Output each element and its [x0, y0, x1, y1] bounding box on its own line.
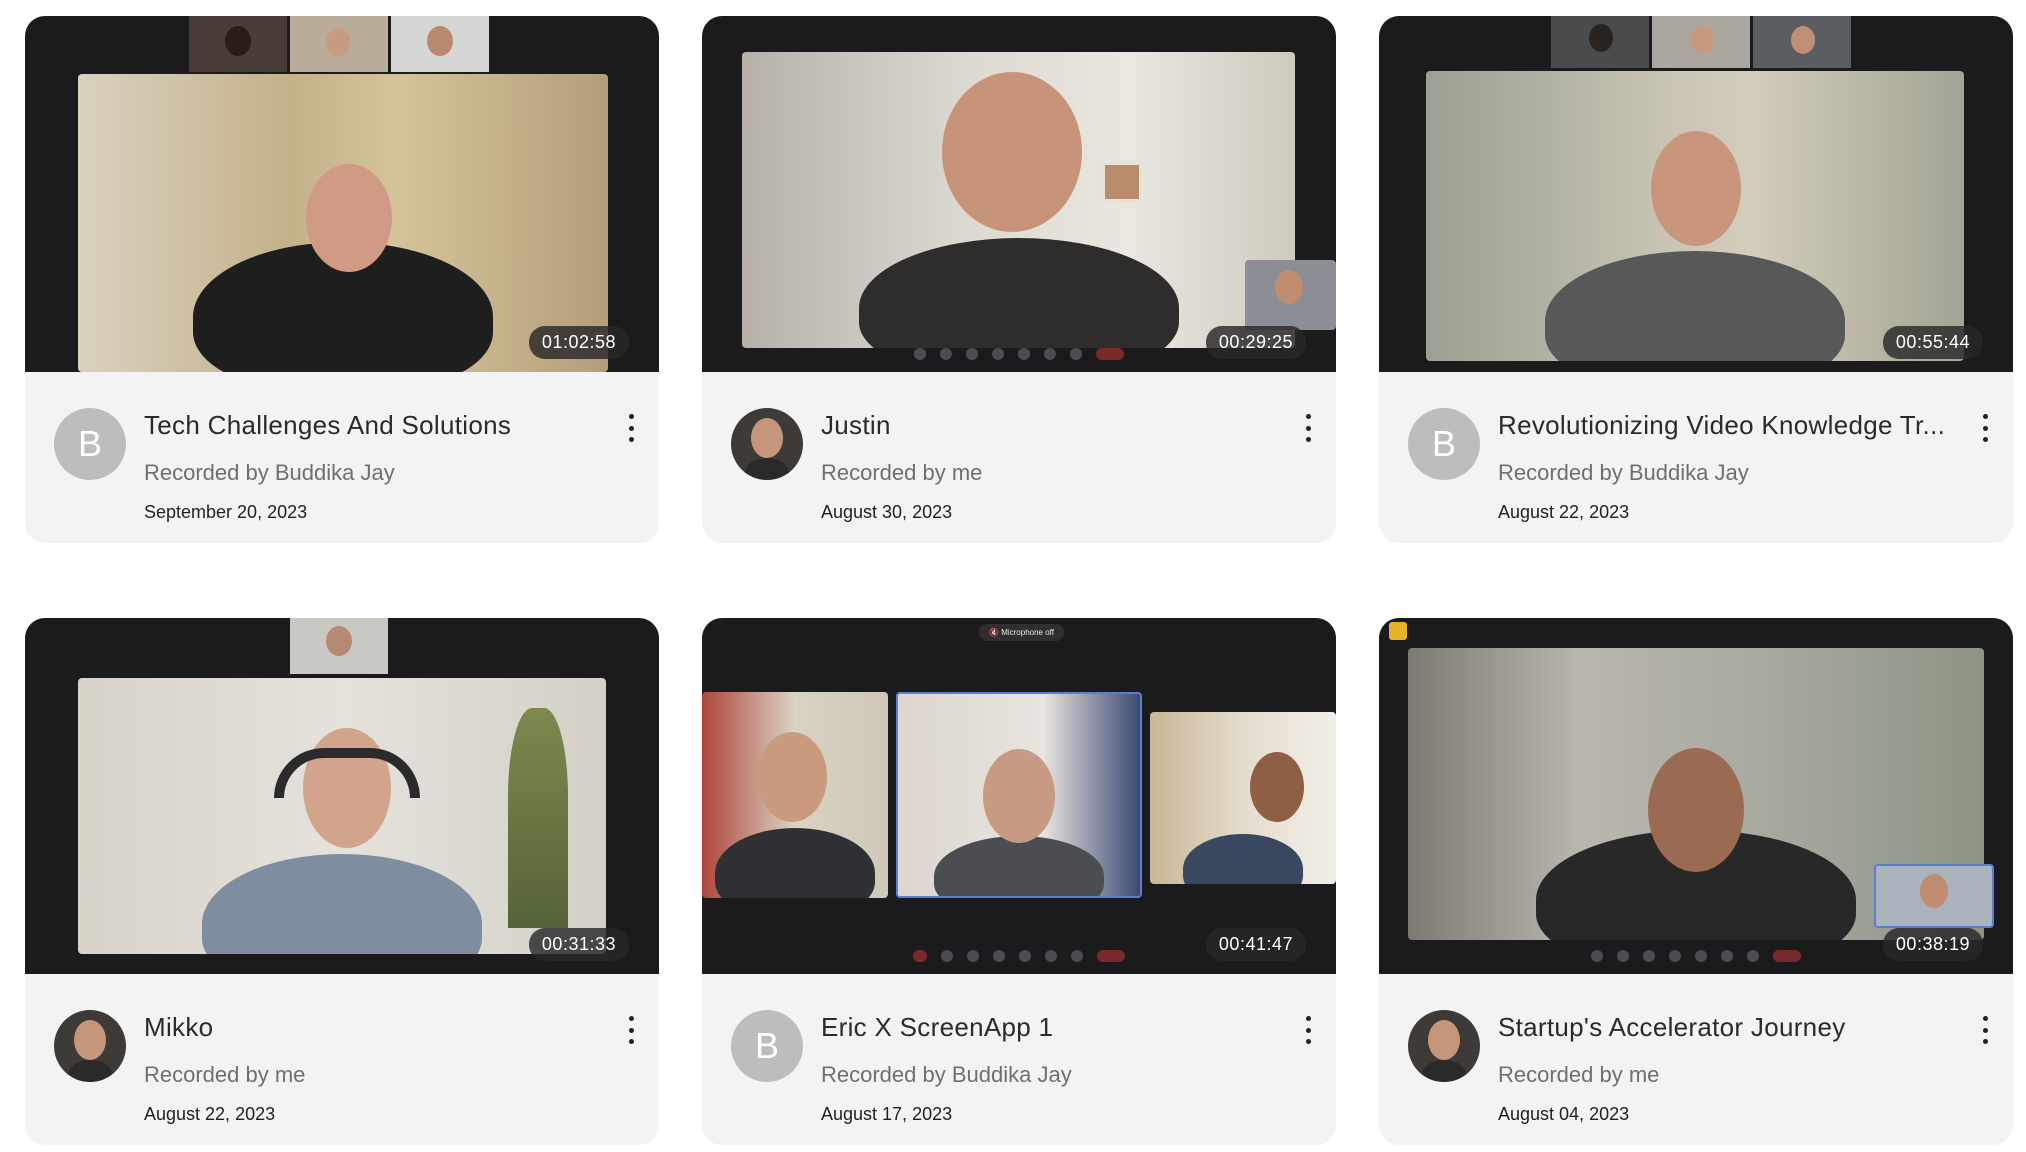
recorded-by: Recorded by me [821, 460, 983, 485]
participant-video [702, 692, 888, 898]
participant-tile [1652, 16, 1750, 68]
video-thumbnail[interactable]: 00:29:25 [702, 16, 1336, 372]
self-view-video [1245, 260, 1336, 330]
recording-title[interactable]: Revolutionizing Video Knowledge Tr... [1498, 410, 1968, 441]
recording-card[interactable]: 00:55:44 B Revolutionizing Video Knowled… [1379, 16, 2013, 543]
call-controls [914, 348, 1124, 360]
participant-tile [290, 618, 388, 674]
more-options-icon[interactable] [1979, 1016, 1991, 1044]
avatar: B [731, 1010, 803, 1082]
participant-tile [290, 16, 388, 72]
recorded-by: Recorded by Buddika Jay [821, 1062, 1072, 1087]
recording-meta: B Tech Challenges And Solutions Recorded… [25, 372, 659, 543]
recording-meta: B Revolutionizing Video Knowledge Tr... … [1379, 372, 2013, 543]
speaker-video [742, 52, 1295, 348]
duration-badge: 00:38:19 [1882, 928, 1983, 961]
video-thumbnail[interactable]: 🔇 Microphone off 00:41:47 [702, 618, 1336, 974]
recording-date: August 22, 2023 [1498, 502, 1630, 522]
recording-date: August 30, 2023 [821, 502, 953, 522]
speaker-video [78, 74, 608, 372]
duration-badge: 00:41:47 [1205, 928, 1306, 961]
recordings-grid: 01:02:58 B Tech Challenges And Solutions… [25, 16, 2013, 1145]
avatar [54, 1010, 126, 1082]
avatar: B [54, 408, 126, 480]
recording-title[interactable]: Mikko [144, 1012, 614, 1043]
recording-card[interactable]: 00:29:25 Justin Recorded by me August 30… [702, 16, 1336, 543]
recording-meta: Justin Recorded by me August 30, 2023 [702, 372, 1336, 543]
pin-icon [1389, 622, 1407, 640]
microphone-off-label: Microphone off [1001, 628, 1054, 637]
recorded-by: Recorded by me [144, 1062, 306, 1087]
video-thumbnail[interactable]: 00:55:44 [1379, 16, 2013, 372]
participant-tile [1753, 16, 1851, 68]
recording-date: September 20, 2023 [144, 502, 308, 522]
participant-tile [1551, 16, 1649, 68]
participant-tile [391, 16, 489, 72]
more-options-icon[interactable] [625, 1016, 637, 1044]
recording-date: August 04, 2023 [1498, 1104, 1630, 1124]
self-view-video [1874, 864, 1994, 928]
duration-badge: 00:55:44 [1882, 326, 1983, 359]
active-speaker-video [896, 692, 1142, 898]
video-thumbnail[interactable]: 01:02:58 [25, 16, 659, 372]
avatar [731, 408, 803, 480]
recorded-by: Recorded by Buddika Jay [144, 460, 395, 485]
recorded-by: Recorded by Buddika Jay [1498, 460, 1749, 485]
recording-meta: Startup's Accelerator Journey Recorded b… [1379, 974, 2013, 1145]
microphone-off-banner: 🔇 Microphone off [979, 624, 1064, 641]
call-controls [1591, 950, 1801, 962]
recording-title[interactable]: Eric X ScreenApp 1 [821, 1012, 1291, 1043]
more-options-icon[interactable] [1979, 414, 1991, 442]
participant-strip [189, 16, 489, 72]
more-options-icon[interactable] [625, 414, 637, 442]
more-options-icon[interactable] [1302, 1016, 1314, 1044]
duration-badge: 00:29:25 [1205, 326, 1306, 359]
recording-title[interactable]: Tech Challenges And Solutions [144, 410, 614, 441]
speaker-video [1426, 71, 1964, 361]
recording-title[interactable]: Justin [821, 410, 1291, 441]
recording-meta: B Eric X ScreenApp 1 Recorded by Buddika… [702, 974, 1336, 1145]
duration-badge: 00:31:33 [528, 928, 629, 961]
recording-card[interactable]: 00:31:33 Mikko Recorded by me August 22,… [25, 618, 659, 1145]
recording-date: August 17, 2023 [821, 1104, 953, 1124]
duration-badge: 01:02:58 [528, 326, 629, 359]
participant-video [1150, 712, 1336, 884]
recording-date: August 22, 2023 [144, 1104, 276, 1124]
avatar [1408, 1010, 1480, 1082]
video-thumbnail[interactable]: 00:31:33 [25, 618, 659, 974]
participant-strip [1551, 16, 1851, 68]
speaker-video [78, 678, 606, 954]
participant-tile [189, 16, 287, 72]
recording-meta: Mikko Recorded by me August 22, 2023 [25, 974, 659, 1145]
call-controls [913, 950, 1125, 962]
recording-title[interactable]: Startup's Accelerator Journey [1498, 1012, 1968, 1043]
recording-card[interactable]: 01:02:58 B Tech Challenges And Solutions… [25, 16, 659, 543]
avatar: B [1408, 408, 1480, 480]
participant-strip [290, 618, 388, 674]
video-thumbnail[interactable]: 00:38:19 [1379, 618, 2013, 974]
recorded-by: Recorded by me [1498, 1062, 1660, 1087]
microphone-off-icon: 🔇 [989, 628, 999, 637]
recording-card[interactable]: 🔇 Microphone off 00:41:47 B Eric X Scree… [702, 618, 1336, 1145]
recording-card[interactable]: 00:38:19 Startup's Accelerator Journey R… [1379, 618, 2013, 1145]
more-options-icon[interactable] [1302, 414, 1314, 442]
